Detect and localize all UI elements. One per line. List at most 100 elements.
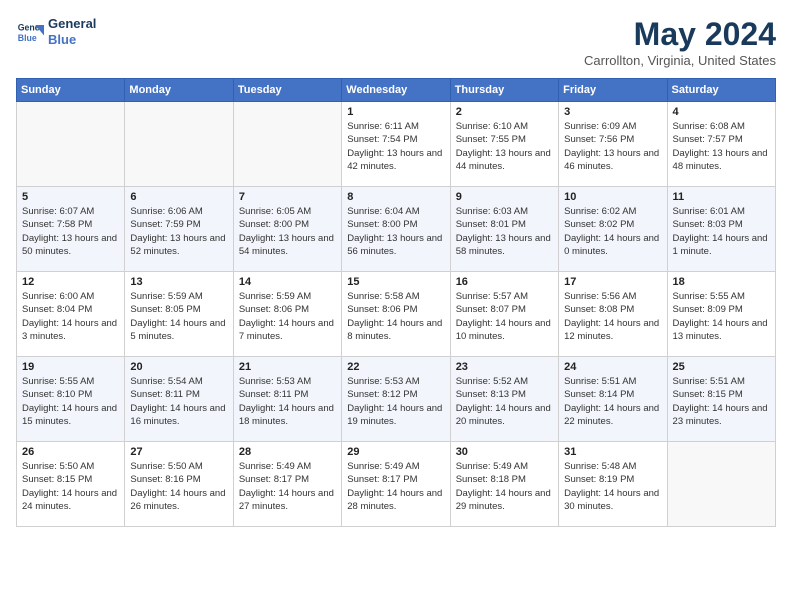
day-number: 29 [347, 446, 444, 458]
day-number: 31 [564, 446, 661, 458]
calendar-cell: 5Sunrise: 6:07 AMSunset: 7:58 PMDaylight… [17, 187, 125, 272]
day-number: 26 [22, 446, 119, 458]
day-info: Sunrise: 6:08 AMSunset: 7:57 PMDaylight:… [673, 120, 770, 173]
day-info: Sunrise: 5:54 AMSunset: 8:11 PMDaylight:… [130, 375, 227, 428]
day-info: Sunrise: 6:00 AMSunset: 8:04 PMDaylight:… [22, 290, 119, 343]
calendar-cell [17, 102, 125, 187]
calendar-cell [233, 102, 341, 187]
calendar-cell: 15Sunrise: 5:58 AMSunset: 8:06 PMDayligh… [342, 272, 450, 357]
calendar-cell: 6 Sunrise: 6:06 AMSunset: 7:59 PMDaylight… [125, 187, 233, 272]
calendar-cell: 20 Sunrise: 5:54 AMSunset: 8:11 PMDayligh… [125, 357, 233, 442]
calendar-cell: 2 Sunrise: 6:10 AMSunset: 7:55 PMDaylight… [450, 102, 558, 187]
day-info: Sunrise: 6:06 AMSunset: 7:59 PMDaylight:… [130, 205, 227, 258]
day-info: Sunrise: 5:52 AMSunset: 8:13 PMDaylight:… [456, 375, 553, 428]
calendar-cell: 1 Sunrise: 6:11 AMSunset: 7:54 PMDaylight… [342, 102, 450, 187]
calendar-week-row: 19 Sunrise: 5:55 AMSunset: 8:10 PMDayligh… [17, 357, 776, 442]
weekday-header: Monday [125, 79, 233, 102]
calendar-cell: 8 Sunrise: 6:04 AMSunset: 8:00 PMDaylight… [342, 187, 450, 272]
day-number: 4 [673, 106, 770, 118]
calendar-cell: 28 Sunrise: 5:49 AMSunset: 8:17 PMDayligh… [233, 442, 341, 527]
day-number: 19 [22, 361, 119, 373]
day-number: 24 [564, 361, 661, 373]
day-number: 7 [239, 191, 336, 203]
day-info: Sunrise: 5:59 AMSunset: 8:06 PMDaylight:… [239, 290, 336, 343]
day-info: Sunrise: 5:53 AMSunset: 8:12 PMDaylight:… [347, 375, 444, 428]
calendar-cell [125, 102, 233, 187]
day-info: Sunrise: 6:05 AMSunset: 8:00 PMDaylight:… [239, 205, 336, 258]
day-number: 17 [564, 276, 661, 288]
logo-line2: Blue [48, 32, 96, 48]
day-info: Sunrise: 5:55 AMSunset: 8:09 PMDaylight:… [673, 290, 770, 343]
calendar-week-row: 26Sunrise: 5:50 AMSunset: 8:15 PMDayligh… [17, 442, 776, 527]
svg-text:Blue: Blue [18, 32, 37, 42]
day-number: 9 [456, 191, 553, 203]
calendar-week-row: 5Sunrise: 6:07 AMSunset: 7:58 PMDaylight… [17, 187, 776, 272]
day-number: 22 [347, 361, 444, 373]
calendar-cell: 19 Sunrise: 5:55 AMSunset: 8:10 PMDayligh… [17, 357, 125, 442]
calendar-cell: 17 Sunrise: 5:56 AMSunset: 8:08 PMDayligh… [559, 272, 667, 357]
day-info: Sunrise: 6:10 AMSunset: 7:55 PMDaylight:… [456, 120, 553, 173]
day-info: Sunrise: 5:49 AMSunset: 8:17 PMDaylight:… [347, 460, 444, 513]
day-info: Sunrise: 5:50 AMSunset: 8:16 PMDaylight:… [130, 460, 227, 513]
day-info: Sunrise: 5:55 AMSunset: 8:10 PMDaylight:… [22, 375, 119, 428]
calendar-cell: 3 Sunrise: 6:09 AMSunset: 7:56 PMDaylight… [559, 102, 667, 187]
weekday-header: Sunday [17, 79, 125, 102]
calendar-cell: 26Sunrise: 5:50 AMSunset: 8:15 PMDayligh… [17, 442, 125, 527]
day-info: Sunrise: 6:04 AMSunset: 8:00 PMDaylight:… [347, 205, 444, 258]
day-number: 10 [564, 191, 661, 203]
day-number: 30 [456, 446, 553, 458]
calendar-cell: 30 Sunrise: 5:49 AMSunset: 8:18 PMDayligh… [450, 442, 558, 527]
weekday-header-row: SundayMondayTuesdayWednesdayThursdayFrid… [17, 79, 776, 102]
day-number: 6 [130, 191, 227, 203]
day-info: Sunrise: 6:11 AMSunset: 7:54 PMDaylight:… [347, 120, 444, 173]
calendar-cell: 25Sunrise: 5:51 AMSunset: 8:15 PMDayligh… [667, 357, 775, 442]
day-number: 27 [130, 446, 227, 458]
logo: General Blue General Blue [16, 16, 96, 47]
calendar-cell: 4 Sunrise: 6:08 AMSunset: 7:57 PMDaylight… [667, 102, 775, 187]
calendar-week-row: 1 Sunrise: 6:11 AMSunset: 7:54 PMDaylight… [17, 102, 776, 187]
location: Carrollton, Virginia, United States [584, 53, 776, 68]
day-info: Sunrise: 5:48 AMSunset: 8:19 PMDaylight:… [564, 460, 661, 513]
weekday-header: Friday [559, 79, 667, 102]
weekday-header: Thursday [450, 79, 558, 102]
day-number: 28 [239, 446, 336, 458]
day-info: Sunrise: 6:01 AMSunset: 8:03 PMDaylight:… [673, 205, 770, 258]
logo-icon: General Blue [16, 18, 44, 46]
calendar-cell: 9 Sunrise: 6:03 AMSunset: 8:01 PMDaylight… [450, 187, 558, 272]
day-info: Sunrise: 6:09 AMSunset: 7:56 PMDaylight:… [564, 120, 661, 173]
calendar-table: SundayMondayTuesdayWednesdayThursdayFrid… [16, 78, 776, 527]
day-info: Sunrise: 5:49 AMSunset: 8:17 PMDaylight:… [239, 460, 336, 513]
day-number: 20 [130, 361, 227, 373]
day-number: 13 [130, 276, 227, 288]
day-number: 16 [456, 276, 553, 288]
day-number: 8 [347, 191, 444, 203]
weekday-header: Tuesday [233, 79, 341, 102]
day-number: 18 [673, 276, 770, 288]
month-title: May 2024 [584, 16, 776, 53]
calendar-cell: 12 Sunrise: 6:00 AMSunset: 8:04 PMDayligh… [17, 272, 125, 357]
day-number: 11 [673, 191, 770, 203]
day-number: 1 [347, 106, 444, 118]
day-info: Sunrise: 5:51 AMSunset: 8:14 PMDaylight:… [564, 375, 661, 428]
page-header: General Blue General Blue May 2024 Carro… [16, 16, 776, 68]
calendar-week-row: 12 Sunrise: 6:00 AMSunset: 8:04 PMDayligh… [17, 272, 776, 357]
calendar-cell: 27 Sunrise: 5:50 AMSunset: 8:16 PMDayligh… [125, 442, 233, 527]
calendar-cell: 22 Sunrise: 5:53 AMSunset: 8:12 PMDayligh… [342, 357, 450, 442]
calendar-cell: 21Sunrise: 5:53 AMSunset: 8:11 PMDayligh… [233, 357, 341, 442]
calendar-cell: 31 Sunrise: 5:48 AMSunset: 8:19 PMDayligh… [559, 442, 667, 527]
day-number: 21 [239, 361, 336, 373]
day-info: Sunrise: 5:56 AMSunset: 8:08 PMDaylight:… [564, 290, 661, 343]
logo-line1: General [48, 16, 96, 32]
calendar-cell: 13Sunrise: 5:59 AMSunset: 8:05 PMDayligh… [125, 272, 233, 357]
weekday-header: Saturday [667, 79, 775, 102]
day-info: Sunrise: 5:51 AMSunset: 8:15 PMDaylight:… [673, 375, 770, 428]
day-number: 2 [456, 106, 553, 118]
day-number: 12 [22, 276, 119, 288]
day-number: 23 [456, 361, 553, 373]
day-info: Sunrise: 6:03 AMSunset: 8:01 PMDaylight:… [456, 205, 553, 258]
calendar-cell: 7 Sunrise: 6:05 AMSunset: 8:00 PMDaylight… [233, 187, 341, 272]
day-info: Sunrise: 5:49 AMSunset: 8:18 PMDaylight:… [456, 460, 553, 513]
day-number: 3 [564, 106, 661, 118]
calendar-cell: 16Sunrise: 5:57 AMSunset: 8:07 PMDayligh… [450, 272, 558, 357]
weekday-header: Wednesday [342, 79, 450, 102]
